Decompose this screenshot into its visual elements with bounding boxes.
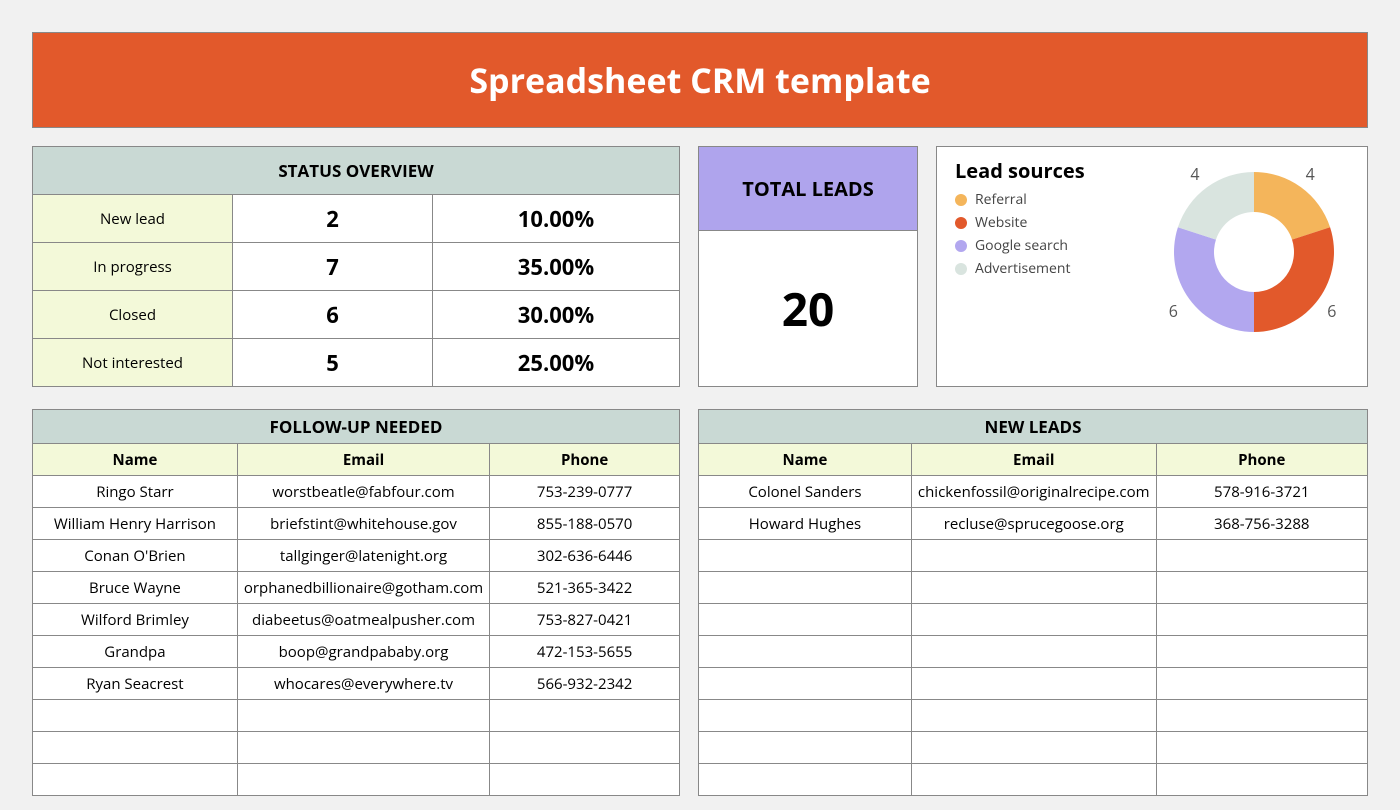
legend-item: Advertisement [955,259,1159,278]
table-row[interactable]: Howard Hughesrecluse@sprucegoose.org368-… [699,508,1368,540]
cell-phone[interactable]: 472-153-5655 [490,636,680,668]
legend-swatch [955,263,967,275]
total-leads-value: 20 [699,231,917,386]
table-row-empty[interactable] [33,764,680,796]
status-row-count[interactable]: 6 [233,291,433,339]
donut-value-label: 4 [1306,163,1315,185]
total-leads-header: TOTAL LEADS [699,147,917,231]
donut-value-label: 4 [1190,163,1199,185]
page-title: Spreadsheet CRM template [32,32,1368,128]
followup-table: FOLLOW-UP NEEDED Name Email Phone Ringo … [32,409,680,796]
status-row-label[interactable]: New lead [33,195,233,243]
table-row[interactable]: Conan O'Brientallginger@latenight.org302… [33,540,680,572]
table-row[interactable]: Ryan Seacrestwhocares@everywhere.tv566-9… [33,668,680,700]
cell-phone[interactable]: 368-756-3288 [1156,508,1367,540]
cell-name[interactable]: Grandpa [33,636,238,668]
donut-slice [1254,172,1330,240]
cell-name[interactable]: Howard Hughes [699,508,912,540]
cell-name[interactable]: Ryan Seacrest [33,668,238,700]
legend-swatch [955,217,967,229]
table-row[interactable]: William Henry Harrisonbriefstint@whiteho… [33,508,680,540]
status-row-label[interactable]: In progress [33,243,233,291]
status-row-count[interactable]: 2 [233,195,433,243]
cell-phone[interactable]: 855-188-0570 [490,508,680,540]
table-row-empty[interactable] [699,540,1368,572]
followup-col-name[interactable]: Name [33,444,238,476]
lead-sources-chart: Lead sources Referral Website Google searc… [936,146,1368,387]
cell-name[interactable]: William Henry Harrison [33,508,238,540]
newleads-col-email[interactable]: Email [911,444,1156,476]
cell-email[interactable]: worstbeatle@fabfour.com [237,476,489,508]
table-row[interactable]: Grandpaboop@grandpababy.org472-153-5655 [33,636,680,668]
donut-slice [1174,227,1254,332]
cell-name[interactable]: Wilford Brimley [33,604,238,636]
newleads-col-phone[interactable]: Phone [1156,444,1367,476]
followup-col-phone[interactable]: Phone [490,444,680,476]
followup-col-email[interactable]: Email [237,444,489,476]
legend-label: Referral [975,190,1027,209]
donut-slice [1254,227,1334,332]
legend-item: Referral [955,190,1159,209]
status-overview-table: STATUS OVERVIEW New lead210.00% In progre… [32,146,680,387]
cell-email[interactable]: diabeetus@oatmealpusher.com [237,604,489,636]
status-row-pct[interactable]: 10.00% [433,195,680,243]
cell-name[interactable]: Conan O'Brien [33,540,238,572]
legend-item: Website [955,213,1159,232]
table-row-empty[interactable] [33,700,680,732]
table-row[interactable]: Bruce Wayneorphanedbillionaire@gotham.co… [33,572,680,604]
donut-value-label: 6 [1327,300,1336,322]
cell-name[interactable]: Ringo Starr [33,476,238,508]
newleads-col-name[interactable]: Name [699,444,912,476]
table-row-empty[interactable] [699,764,1368,796]
legend-swatch [955,240,967,252]
table-row-empty[interactable] [699,572,1368,604]
cell-phone[interactable]: 521-365-3422 [490,572,680,604]
cell-phone[interactable]: 753-827-0421 [490,604,680,636]
cell-phone[interactable]: 753-239-0777 [490,476,680,508]
cell-email[interactable]: chickenfossil@originalrecipe.com [911,476,1156,508]
status-row-pct[interactable]: 25.00% [433,339,680,387]
status-row-pct[interactable]: 30.00% [433,291,680,339]
cell-email[interactable]: briefstint@whitehouse.gov [237,508,489,540]
table-row[interactable]: Wilford Brimleydiabeetus@oatmealpusher.c… [33,604,680,636]
cell-email[interactable]: whocares@everywhere.tv [237,668,489,700]
cell-email[interactable]: tallginger@latenight.org [237,540,489,572]
table-row[interactable]: Ringo Starrworstbeatle@fabfour.com753-23… [33,476,680,508]
donut-slice [1178,172,1254,240]
cell-email[interactable]: orphanedbillionaire@gotham.com [237,572,489,604]
status-row-label[interactable]: Closed [33,291,233,339]
newleads-header: NEW LEADS [699,410,1368,444]
cell-phone[interactable]: 566-932-2342 [490,668,680,700]
legend-label: Google search [975,236,1068,255]
cell-email[interactable]: boop@grandpababy.org [237,636,489,668]
cell-name[interactable]: Colonel Sanders [699,476,912,508]
legend-label: Website [975,213,1027,232]
cell-email[interactable]: recluse@sprucegoose.org [911,508,1156,540]
status-row-pct[interactable]: 35.00% [433,243,680,291]
table-row-empty[interactable] [699,604,1368,636]
donut-value-label: 6 [1169,300,1178,322]
lead-sources-title: Lead sources [955,157,1159,184]
newleads-table: NEW LEADS Name Email Phone Colonel Sande… [698,409,1368,796]
table-row-empty[interactable] [699,636,1368,668]
cell-phone[interactable]: 578-916-3721 [1156,476,1367,508]
table-row-empty[interactable] [33,732,680,764]
table-row-empty[interactable] [699,732,1368,764]
followup-header: FOLLOW-UP NEEDED [33,410,680,444]
legend-item: Google search [955,236,1159,255]
status-row-count[interactable]: 7 [233,243,433,291]
cell-phone[interactable]: 302-636-6446 [490,540,680,572]
table-row[interactable]: Colonel Sanderschickenfossil@originalrec… [699,476,1368,508]
table-row-empty[interactable] [699,700,1368,732]
status-row-label[interactable]: Not interested [33,339,233,387]
legend-swatch [955,194,967,206]
cell-name[interactable]: Bruce Wayne [33,572,238,604]
status-overview-header: STATUS OVERVIEW [33,147,680,195]
total-leads-card: TOTAL LEADS 20 [698,146,918,387]
legend-label: Advertisement [975,259,1070,278]
table-row-empty[interactable] [699,668,1368,700]
status-row-count[interactable]: 5 [233,339,433,387]
